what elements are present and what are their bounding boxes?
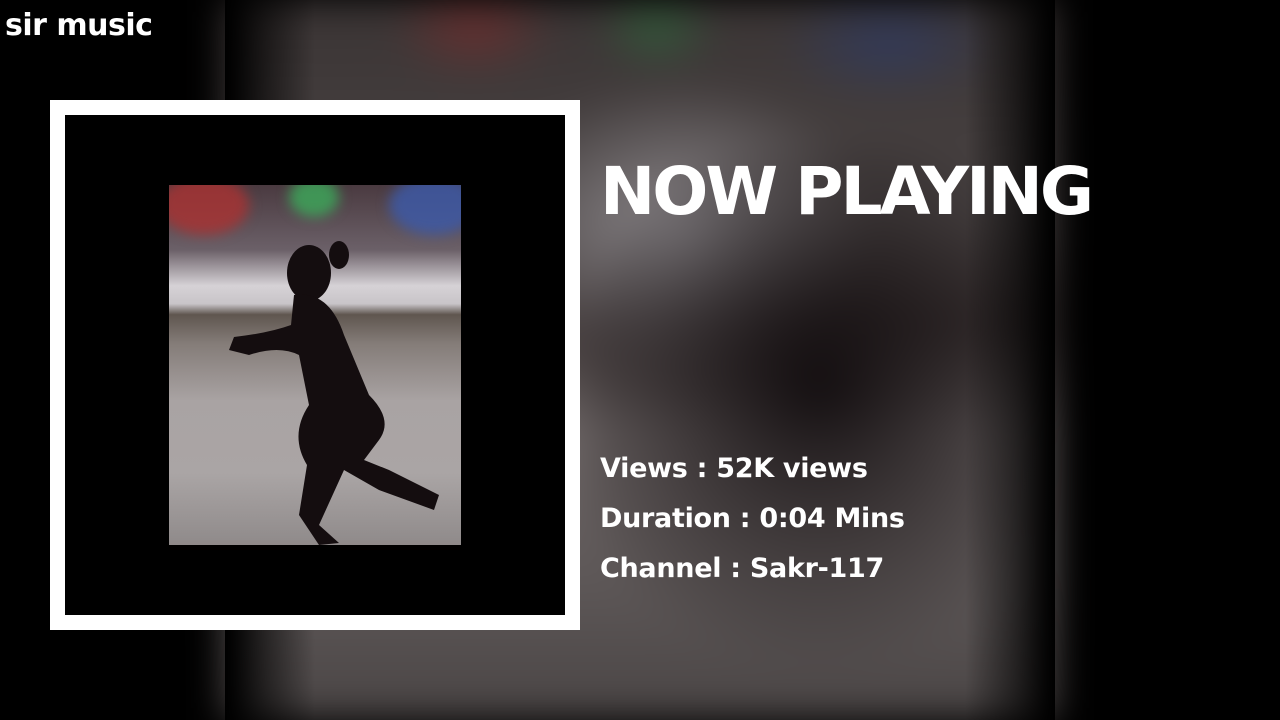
background-fade-right (965, 0, 1055, 720)
brand-logo-text: sir music (5, 8, 153, 43)
views-separator: : (687, 453, 717, 484)
album-cover-frame (50, 100, 580, 630)
duration-value: 0:04 Mins (759, 503, 905, 534)
duration-label: Duration (600, 503, 731, 534)
views-value: 52K views (716, 453, 868, 484)
duration-info: Duration : 0:04 Mins (600, 502, 905, 536)
channel-label: Channel (600, 553, 722, 584)
thumbnail-green-blob (289, 185, 339, 217)
channel-info: Channel : Sakr-117 (600, 552, 884, 586)
duration-separator: : (730, 503, 760, 534)
child-running-silhouette (229, 241, 439, 545)
now-playing-screen: sir music NOW PLAYING Views : 52K views … (0, 0, 1280, 720)
video-thumbnail (169, 185, 461, 545)
views-label: Views (600, 453, 688, 484)
views-info: Views : 52K views (600, 452, 868, 486)
channel-separator: : (721, 553, 750, 584)
now-playing-heading: NOW PLAYING (600, 153, 1094, 230)
channel-value: Sakr-117 (749, 553, 884, 584)
